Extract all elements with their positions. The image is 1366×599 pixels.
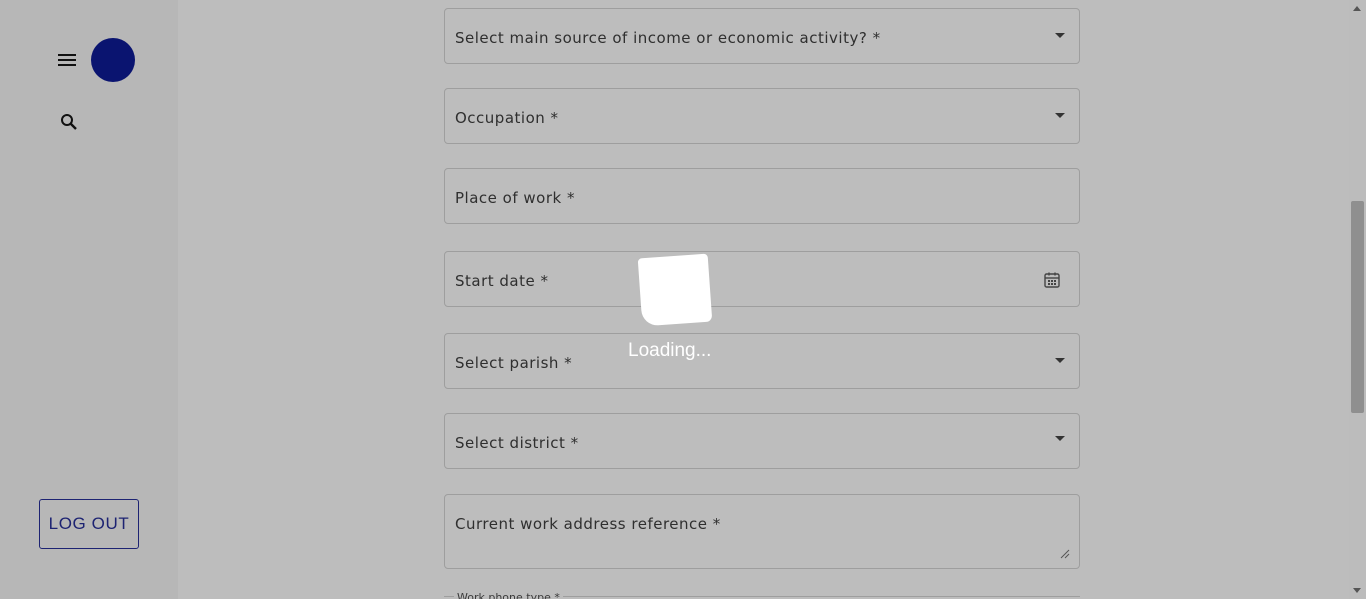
search-icon[interactable]	[57, 110, 81, 134]
menu-icon[interactable]	[55, 48, 79, 72]
work-address-textarea[interactable]: Current work address reference *	[444, 494, 1080, 569]
scroll-up-icon[interactable]	[1353, 6, 1361, 11]
calendar-icon[interactable]	[1043, 271, 1061, 289]
avatar[interactable]	[91, 38, 135, 82]
resize-handle-icon[interactable]	[1060, 546, 1070, 559]
district-label: Select district *	[455, 434, 579, 452]
loading-spinner	[637, 253, 713, 327]
income-source-label: Select main source of income or economic…	[455, 29, 881, 47]
work-phone-type-label: Work phone type *	[454, 591, 563, 599]
occupation-select[interactable]: Occupation *	[444, 88, 1080, 144]
scrollbar[interactable]	[1349, 0, 1366, 599]
start-date-label: Start date *	[455, 272, 549, 290]
chevron-down-icon	[1055, 358, 1065, 363]
chevron-down-icon	[1055, 436, 1065, 441]
place-of-work-label: Place of work *	[455, 189, 575, 207]
chevron-down-icon	[1055, 33, 1065, 38]
district-select[interactable]: Select district *	[444, 413, 1080, 469]
parish-label: Select parish *	[455, 354, 573, 372]
scrollbar-thumb[interactable]	[1351, 201, 1364, 413]
loading-text: Loading...	[628, 340, 712, 361]
occupation-label: Occupation *	[455, 109, 559, 127]
income-source-select[interactable]: Select main source of income or economic…	[444, 8, 1080, 64]
logout-button[interactable]: LOG OUT	[39, 499, 139, 549]
chevron-down-icon	[1055, 113, 1065, 118]
sidebar: LOG OUT	[0, 0, 178, 599]
page: LOG OUT Select main source of income or …	[0, 0, 1366, 599]
place-of-work-input[interactable]: Place of work *	[444, 168, 1080, 224]
start-date-input[interactable]: Start date *	[444, 251, 1080, 307]
parish-select[interactable]: Select parish *	[444, 333, 1080, 389]
work-address-label: Current work address reference *	[455, 515, 721, 533]
scroll-down-icon[interactable]	[1353, 588, 1361, 593]
